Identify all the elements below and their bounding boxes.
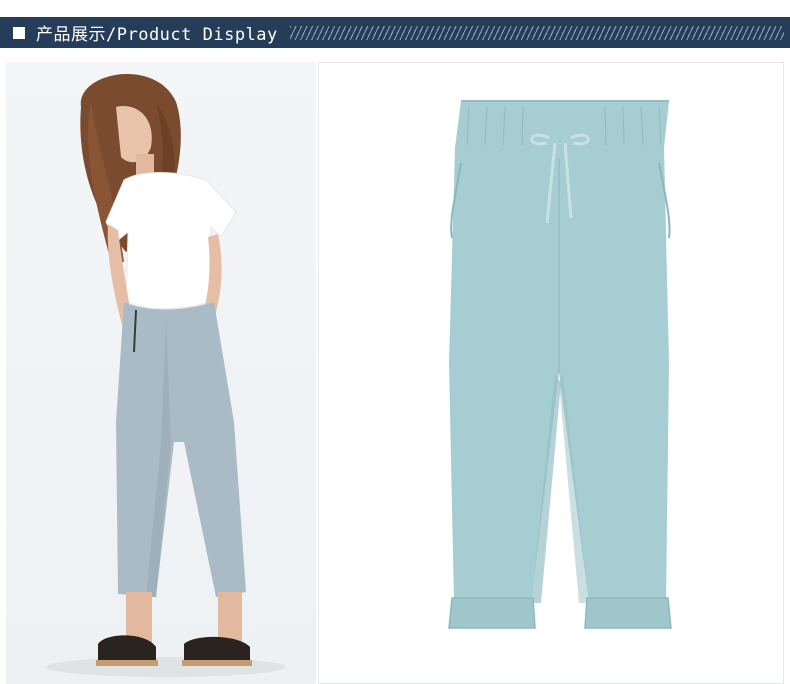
product-photo	[318, 62, 784, 684]
square-bullet-icon	[13, 26, 25, 39]
header-hatch-decoration	[289, 25, 784, 40]
model-illustration	[46, 74, 286, 677]
section-header-banner: 产品展示/Product Display	[0, 17, 790, 48]
section-title: 产品展示/Product Display	[36, 25, 278, 45]
model-photo	[6, 62, 316, 684]
pants-illustration	[448, 100, 672, 629]
